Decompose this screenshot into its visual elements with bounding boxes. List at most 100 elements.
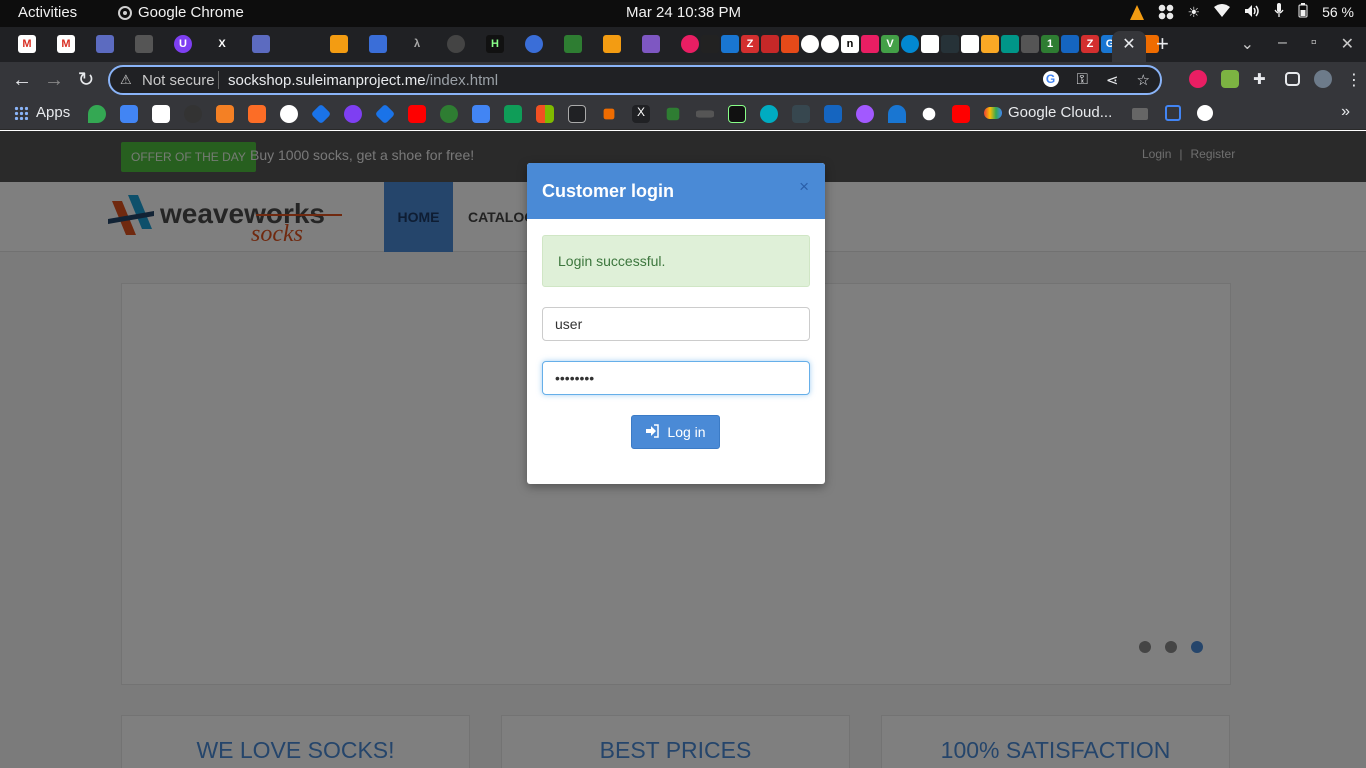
tab-icon[interactable] bbox=[642, 35, 660, 53]
gitlab-bookmark-icon[interactable] bbox=[248, 105, 266, 123]
tab-icon[interactable] bbox=[761, 35, 779, 53]
bookmark-icon[interactable] bbox=[374, 103, 396, 125]
tab-icon[interactable] bbox=[135, 35, 153, 53]
tab-icon[interactable] bbox=[801, 35, 819, 53]
bookmark-icon[interactable] bbox=[440, 105, 458, 123]
youtube-bookmark-icon[interactable] bbox=[408, 105, 426, 123]
tab-icon[interactable]: Z bbox=[741, 35, 759, 53]
tab-icon[interactable] bbox=[941, 35, 959, 53]
x-tab-icon[interactable]: X bbox=[213, 35, 231, 53]
close-tab-icon[interactable]: ✕ bbox=[1122, 36, 1135, 53]
minimize-icon[interactable]: – bbox=[1278, 34, 1287, 54]
bookmark-icon[interactable] bbox=[760, 105, 778, 123]
bookmark-icon[interactable] bbox=[824, 105, 842, 123]
close-window-icon[interactable]: ✕ bbox=[1341, 34, 1354, 54]
x-bookmark-icon[interactable]: X bbox=[632, 105, 650, 123]
username-field[interactable] bbox=[542, 307, 810, 341]
reload-icon[interactable]: ↻ bbox=[74, 68, 98, 92]
maximize-icon[interactable]: ▫ bbox=[1311, 34, 1317, 54]
bookmark-icon[interactable] bbox=[728, 105, 746, 123]
side-panel-icon[interactable] bbox=[1285, 72, 1300, 86]
bookmark-icon[interactable] bbox=[603, 108, 615, 120]
figma-bookmark-icon[interactable] bbox=[856, 105, 874, 123]
tab-icon[interactable] bbox=[330, 35, 348, 53]
bookmark-icon[interactable] bbox=[696, 110, 714, 118]
url-text[interactable]: sockshop.suleimanproject.me/index.html bbox=[228, 72, 498, 89]
tab-icon[interactable]: U bbox=[174, 35, 192, 53]
cart-tab-icon[interactable] bbox=[369, 35, 387, 53]
google-cloud-bookmark[interactable]: Google Cloud... bbox=[984, 104, 1112, 121]
tab-icon[interactable] bbox=[861, 35, 879, 53]
tab-icon[interactable] bbox=[564, 35, 582, 53]
address-bar[interactable]: ⚠ Not secure sockshop.suleimanproject.me… bbox=[108, 65, 1162, 95]
puzzle-icon[interactable]: ✚ bbox=[1253, 70, 1271, 88]
translate-bookmark-icon[interactable] bbox=[120, 105, 138, 123]
github-tab-icon[interactable] bbox=[447, 35, 465, 53]
folder-bookmark-icon[interactable] bbox=[1132, 108, 1148, 120]
warning-icon[interactable]: ⚠ bbox=[120, 72, 132, 88]
avatar[interactable] bbox=[1314, 70, 1332, 88]
activities-button[interactable]: Activities bbox=[18, 4, 77, 21]
bookmark-icon[interactable] bbox=[792, 105, 810, 123]
apps-bookmark[interactable]: Apps bbox=[14, 104, 70, 121]
extension-icon[interactable] bbox=[1189, 70, 1207, 88]
bookmark-icon[interactable] bbox=[568, 105, 586, 123]
google-icon[interactable]: G bbox=[1042, 71, 1059, 87]
bookmark-icon[interactable] bbox=[922, 107, 936, 121]
docs-bookmark-icon[interactable] bbox=[472, 105, 490, 123]
globe-bookmark-icon[interactable] bbox=[280, 105, 298, 123]
tab-icon[interactable] bbox=[961, 35, 979, 53]
forward-icon[interactable]: → bbox=[42, 68, 66, 92]
bookmark-icon[interactable] bbox=[888, 105, 906, 123]
key-icon[interactable]: ⚿ bbox=[1077, 71, 1088, 89]
tab-icon[interactable] bbox=[681, 35, 699, 53]
new-tab-button[interactable]: + bbox=[1156, 32, 1169, 56]
sheets-bookmark-icon[interactable] bbox=[504, 105, 522, 123]
tab-icon[interactable] bbox=[1001, 35, 1019, 53]
back-icon[interactable]: ← bbox=[10, 68, 34, 92]
tab-icon[interactable] bbox=[252, 35, 270, 53]
microsoft-bookmark-icon[interactable] bbox=[536, 105, 554, 123]
globe-bookmark-icon[interactable] bbox=[1197, 105, 1213, 121]
more-bookmarks-icon[interactable]: » bbox=[1341, 103, 1350, 121]
github-bookmark-icon[interactable] bbox=[184, 105, 202, 123]
gmail-bookmark-icon[interactable] bbox=[152, 105, 170, 123]
tab-icon[interactable]: λ bbox=[408, 35, 426, 53]
gmail-tab-icon[interactable]: M bbox=[18, 35, 36, 53]
tab-icon[interactable] bbox=[821, 35, 839, 53]
tab-icon[interactable] bbox=[781, 35, 799, 53]
login-button[interactable]: Log in bbox=[631, 415, 720, 449]
bookmark-icon[interactable] bbox=[310, 103, 332, 125]
tab-icon[interactable] bbox=[1061, 35, 1079, 53]
youtube-bookmark-icon[interactable] bbox=[952, 105, 970, 123]
vlc-icon[interactable] bbox=[1129, 4, 1144, 20]
slack-icon[interactable] bbox=[1157, 4, 1174, 20]
gmail-tab-icon[interactable]: M bbox=[57, 35, 75, 53]
tab-icon[interactable] bbox=[603, 35, 621, 53]
password-field[interactable] bbox=[542, 361, 810, 395]
tab-icon[interactable] bbox=[525, 35, 543, 53]
tab-icon[interactable]: 1 bbox=[1041, 35, 1059, 53]
tab-icon[interactable]: Z bbox=[1081, 35, 1099, 53]
tab-icon[interactable] bbox=[96, 35, 114, 53]
download-extension-icon[interactable] bbox=[1221, 70, 1239, 88]
app-menu[interactable]: Google Chrome bbox=[118, 4, 244, 21]
clock[interactable]: Mar 24 10:38 PM bbox=[626, 4, 741, 21]
active-tab[interactable]: ✕ bbox=[1112, 31, 1146, 62]
tab-icon[interactable]: n bbox=[841, 35, 859, 53]
share-icon[interactable]: ⋖ bbox=[1106, 71, 1119, 89]
bookmark-icon[interactable] bbox=[1165, 105, 1181, 121]
system-tray[interactable]: ☀ 56 % bbox=[1129, 3, 1354, 21]
tab-icon[interactable] bbox=[1021, 35, 1039, 53]
close-icon[interactable]: × bbox=[799, 177, 809, 197]
tab-icon[interactable] bbox=[921, 35, 939, 53]
tab-search-chevron-icon[interactable]: ⌄ bbox=[1241, 34, 1254, 54]
bookmark-icon[interactable] bbox=[666, 107, 680, 121]
bookmark-icon[interactable] bbox=[344, 105, 362, 123]
star-icon[interactable]: ☆ bbox=[1137, 71, 1150, 89]
tab-icon[interactable] bbox=[901, 35, 919, 53]
not-secure-label[interactable]: Not secure bbox=[142, 72, 215, 89]
tab-icon[interactable] bbox=[701, 35, 719, 53]
tab-icon[interactable]: V bbox=[881, 35, 899, 53]
tab-icon[interactable] bbox=[721, 35, 739, 53]
